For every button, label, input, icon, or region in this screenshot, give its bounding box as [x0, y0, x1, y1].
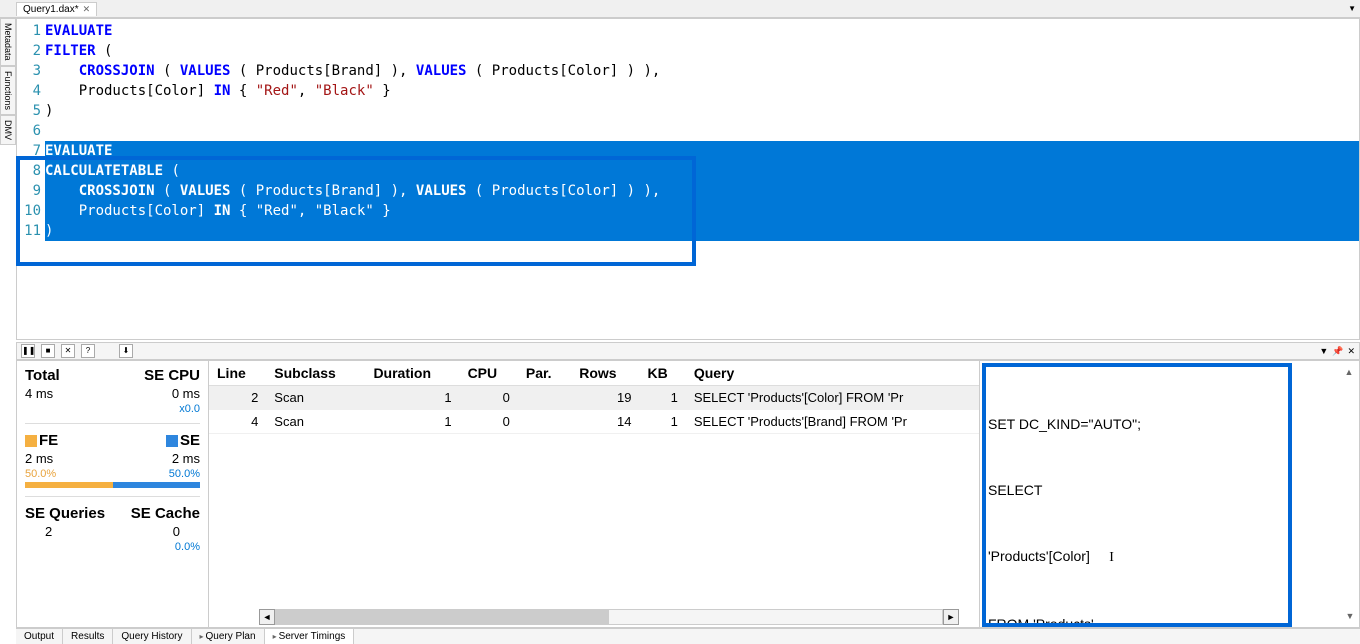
column-header[interactable]: CPU [460, 361, 518, 386]
stat-seq-label: SE Queries [25, 505, 105, 522]
stat-secpu-mult: x0.0 [179, 403, 200, 415]
document-tab[interactable]: Query1.dax* ✕ [16, 2, 97, 16]
scroll-left-icon[interactable]: ◄ [259, 609, 275, 625]
column-header[interactable]: Par. [518, 361, 571, 386]
side-tab-functions[interactable]: Functions [0, 66, 16, 115]
stats-panel: Total SE CPU 4 ms 0 ms x0.0 FE SE 2 ms 2… [17, 361, 209, 627]
scroll-right-icon[interactable]: ► [943, 609, 959, 625]
horizontal-scrollbar[interactable]: ◄ ► [259, 609, 959, 625]
pause-button[interactable]: ❚❚ [21, 344, 35, 358]
export-button[interactable]: ⬇ [119, 344, 133, 358]
code-line[interactable]: 1EVALUATE [17, 21, 1359, 41]
code-line[interactable]: 7EVALUATE [17, 141, 1359, 161]
code-line[interactable]: 8CALCULATETABLE ( [17, 161, 1359, 181]
document-tab-bar: Query1.dax* ✕ ▼ [0, 0, 1360, 18]
tab-server-timings[interactable]: ▸Server Timings [265, 629, 355, 644]
code-line[interactable]: 5) [17, 101, 1359, 121]
code-line[interactable]: 9 CROSSJOIN ( VALUES ( Products[Brand] )… [17, 181, 1359, 201]
stat-se-value: 2 ms [172, 451, 200, 466]
line-number: 5 [17, 101, 45, 121]
code-line[interactable]: 3 CROSSJOIN ( VALUES ( Products[Brand] )… [17, 61, 1359, 81]
bottom-tab-strip: Output Results Query History ▸Query Plan… [16, 628, 1360, 644]
side-tab-dmv[interactable]: DMV [0, 115, 16, 145]
line-number: 9 [17, 181, 45, 201]
text-cursor-icon: I [1109, 547, 1117, 569]
column-header[interactable]: Rows [571, 361, 639, 386]
column-header[interactable]: Duration [365, 361, 459, 386]
line-number: 2 [17, 41, 45, 61]
side-tab-strip: Metadata Functions DMV [0, 18, 16, 145]
stat-secache-pct: 0.0% [175, 541, 200, 553]
results-toolbar: ❚❚ ■ ✕ ? ⬇ ▼ 📌 ✕ [16, 342, 1360, 360]
line-number: 6 [17, 121, 45, 141]
results-area: Total SE CPU 4 ms 0 ms x0.0 FE SE 2 ms 2… [16, 360, 1360, 628]
line-number: 1 [17, 21, 45, 41]
tab-dropdown-icon[interactable]: ▼ [1348, 4, 1356, 13]
tab-query-history[interactable]: Query History [113, 629, 191, 644]
tab-output[interactable]: Output [16, 629, 63, 644]
column-header[interactable]: Query [686, 361, 979, 386]
query-table-panel: LineSubclassDurationCPUPar.RowsKBQuery 2… [209, 361, 979, 627]
stat-secpu-value: 0 ms [172, 386, 200, 401]
help-button[interactable]: ? [81, 344, 95, 358]
table-row[interactable]: 2Scan10191SELECT 'Products'[Color] FROM … [209, 386, 979, 410]
stat-secache-value: 0 [173, 524, 200, 539]
stat-fe-pct: 50.0% [25, 468, 56, 480]
stat-fe-value: 2 ms [25, 451, 53, 466]
dropdown-icon[interactable]: ▼ [1319, 346, 1328, 356]
line-number: 7 [17, 141, 45, 161]
scroll-down-icon[interactable]: ▼ [1343, 609, 1357, 623]
vertical-scrollbar[interactable]: ▲ [1341, 365, 1357, 379]
stop-button[interactable]: ■ [41, 344, 55, 358]
query-detail-panel: SET DC_KIND="AUTO"; SELECT 'Products'[Co… [979, 361, 1359, 627]
code-line[interactable]: 11) [17, 221, 1359, 241]
line-number: 4 [17, 81, 45, 101]
stat-fe-label: FE [25, 432, 58, 449]
stat-se-label: SE [166, 432, 200, 449]
tab-query-plan[interactable]: ▸Query Plan [192, 629, 265, 644]
code-line[interactable]: 2FILTER ( [17, 41, 1359, 61]
column-header[interactable]: Line [209, 361, 266, 386]
fe-se-bar [25, 482, 200, 488]
query-table[interactable]: LineSubclassDurationCPUPar.RowsKBQuery 2… [209, 361, 979, 434]
code-line[interactable]: 10 Products[Color] IN { "Red", "Black" } [17, 201, 1359, 221]
close-icon[interactable]: ✕ [83, 4, 91, 15]
side-tab-metadata[interactable]: Metadata [0, 18, 16, 66]
stat-total-value: 4 ms [25, 386, 53, 401]
code-editor[interactable]: 1EVALUATE2FILTER (3 CROSSJOIN ( VALUES (… [16, 18, 1360, 340]
stat-se-pct: 50.0% [169, 468, 200, 480]
tab-title: Query1.dax* [23, 4, 79, 15]
pin-icon[interactable]: 📌 [1332, 346, 1343, 357]
column-header[interactable]: KB [639, 361, 685, 386]
stat-total-label: Total [25, 367, 60, 384]
stat-secache-label: SE Cache [131, 505, 200, 522]
table-row[interactable]: 4Scan10141SELECT 'Products'[Brand] FROM … [209, 410, 979, 434]
tab-results[interactable]: Results [63, 629, 113, 644]
close-panel-icon[interactable]: ✕ [1347, 346, 1355, 357]
line-number: 11 [17, 221, 45, 241]
line-number: 3 [17, 61, 45, 81]
stat-seq-value: 2 [25, 524, 52, 539]
scroll-up-icon[interactable]: ▲ [1342, 365, 1356, 379]
detail-text[interactable]: SET DC_KIND="AUTO"; SELECT 'Products'[Co… [988, 369, 1351, 627]
clear-button[interactable]: ✕ [61, 344, 75, 358]
line-number: 10 [17, 201, 45, 221]
column-header[interactable]: Subclass [266, 361, 365, 386]
code-line[interactable]: 6 [17, 121, 1359, 141]
stat-secpu-label: SE CPU [144, 367, 200, 384]
line-number: 8 [17, 161, 45, 181]
code-line[interactable]: 4 Products[Color] IN { "Red", "Black" } [17, 81, 1359, 101]
